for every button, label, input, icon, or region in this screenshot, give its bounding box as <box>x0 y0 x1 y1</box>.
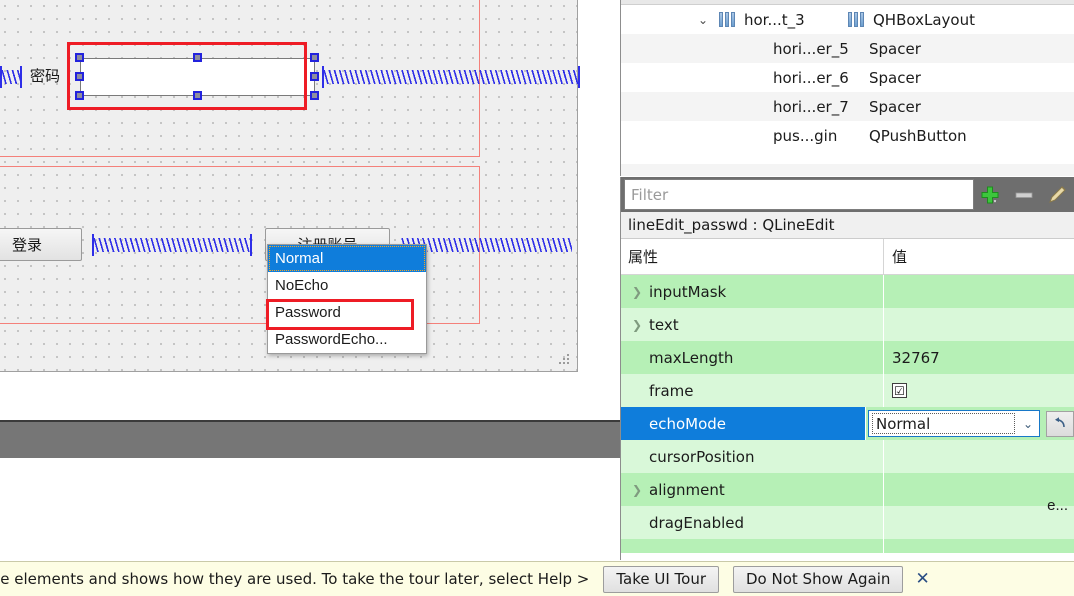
property-value[interactable] <box>883 275 1074 308</box>
column-header-property: 属性 <box>628 248 659 266</box>
selection-handle-e[interactable] <box>310 72 319 81</box>
configure-pencil-icon[interactable] <box>1041 178 1074 212</box>
label-password: 密码 <box>30 67 61 85</box>
tree-item-class: QHBoxLayout <box>873 10 975 29</box>
take-ui-tour-button[interactable]: Take UI Tour <box>603 565 719 593</box>
expand-chevron-icon[interactable]: ❯ <box>627 483 647 497</box>
frame-checkbox[interactable]: ☑ <box>892 383 907 398</box>
property-name: dragEnabled <box>621 506 883 539</box>
tree-item-class: QPushButton <box>869 126 967 145</box>
property-name: maxLength <box>621 341 883 374</box>
tree-row-spacer-6[interactable]: hori...er_6 Spacer <box>621 63 1074 92</box>
tree-item-name: hori...er_5 <box>773 39 849 58</box>
selection-handle-sw[interactable] <box>75 91 84 100</box>
expand-chevron-icon[interactable]: ❯ <box>627 285 647 299</box>
chevron-down-icon[interactable]: ⌄ <box>695 13 711 27</box>
echomode-dropdown-list[interactable]: Normal NoEcho Password PasswordEcho... <box>266 244 427 354</box>
property-row-maxlength[interactable]: maxLength 32767 <box>621 341 1074 374</box>
tree-item-name: hori...er_6 <box>773 68 849 87</box>
property-value[interactable] <box>883 539 1074 553</box>
do-not-show-again-button[interactable]: Do Not Show Again <box>733 565 904 593</box>
layout-icon <box>848 12 864 27</box>
dropdown-option-noecho[interactable]: NoEcho <box>268 272 426 299</box>
tree-row-clipped <box>621 164 1074 176</box>
tree-item-class: Spacer <box>869 68 921 87</box>
tree-item-name: pus...gin <box>773 126 838 145</box>
property-name: ❯ alignment <box>621 473 883 506</box>
selection-handle-n[interactable] <box>193 53 202 62</box>
property-value[interactable] <box>883 308 1074 341</box>
property-row-dragenabled[interactable]: dragEnabled <box>621 506 1074 539</box>
button-login[interactable]: 登录 <box>0 228 82 261</box>
property-value[interactable] <box>883 440 1074 473</box>
filter-input[interactable] <box>624 179 974 210</box>
dock-separator-bar <box>0 420 620 458</box>
property-name: ❯ inputMask <box>621 275 883 308</box>
property-value[interactable]: Normal ⌄ <box>865 407 1074 440</box>
property-row-cursorposition[interactable]: cursorPosition <box>621 440 1074 473</box>
property-row-echomode[interactable]: echoMode Normal ⌄ <box>621 407 1074 440</box>
horizontal-spacer-left[interactable] <box>0 66 22 88</box>
object-inspector[interactable]: ⌄ hor...t_3 QHBoxLayout hori...er_5 Spac… <box>620 0 1074 176</box>
chevron-down-icon[interactable]: ⌄ <box>1023 417 1033 431</box>
dropdown-option-passwordechoonedit[interactable]: PasswordEcho... <box>268 326 426 353</box>
layout-icon <box>719 12 735 27</box>
selection-handle-s[interactable] <box>193 91 202 100</box>
add-property-icon[interactable] <box>974 178 1007 212</box>
property-row-text[interactable]: ❯ text <box>621 308 1074 341</box>
dropdown-option-password[interactable]: Password <box>266 299 426 330</box>
property-filter-toolbar <box>620 177 1074 212</box>
property-row-inputmask[interactable]: ❯ inputMask <box>621 275 1074 308</box>
property-value[interactable] <box>883 473 1074 506</box>
tree-row-spacer-7[interactable]: hori...er_7 Spacer <box>621 92 1074 121</box>
property-table-header: 属性 值 <box>621 239 1074 275</box>
close-icon[interactable]: ✕ <box>915 569 929 589</box>
echomode-combobox[interactable]: Normal ⌄ <box>868 410 1040 437</box>
tree-item-name: hor...t_3 <box>744 10 805 29</box>
property-row-clipped[interactable] <box>621 539 1074 553</box>
horizontal-spacer-right[interactable] <box>322 66 580 88</box>
tree-row-hboxlayout[interactable]: ⌄ hor...t_3 QHBoxLayout <box>621 5 1074 34</box>
property-value[interactable]: ☑ <box>883 374 1074 407</box>
property-name: echoMode <box>621 407 865 440</box>
size-grip-icon[interactable] <box>559 354 571 366</box>
remove-property-icon[interactable] <box>1007 178 1040 212</box>
tree-item-name: hori...er_7 <box>773 97 849 116</box>
expand-chevron-icon[interactable]: ❯ <box>627 318 647 332</box>
property-row-frame[interactable]: frame ☑ <box>621 374 1074 407</box>
tree-row-spacer-5[interactable]: hori...er_5 Spacer <box>621 34 1074 63</box>
column-header-value: 值 <box>883 239 1074 274</box>
ui-tour-notification-bar: ce elements and shows how they are used.… <box>0 561 1074 596</box>
form-designer-pane: 密码 登录 注册账号 <box>0 0 620 420</box>
property-name: cursorPosition <box>621 440 883 473</box>
reset-property-button[interactable] <box>1046 410 1074 437</box>
selection-handle-ne[interactable] <box>310 53 319 62</box>
tour-message: ce elements and shows how they are used.… <box>0 570 590 588</box>
tree-item-class: Spacer <box>869 97 921 116</box>
revert-arrow-icon <box>1054 417 1065 428</box>
selected-object-header: lineEdit_passwd : QLineEdit <box>621 212 1074 239</box>
tree-item-class: Spacer <box>869 39 921 58</box>
selection-handle-se[interactable] <box>310 91 319 100</box>
tree-row-pushbutton-login[interactable]: pus...gin QPushButton <box>621 121 1074 150</box>
alignment-value-clipped: e... <box>1047 497 1068 514</box>
property-name <box>621 539 883 553</box>
property-name: frame <box>621 374 883 407</box>
property-value[interactable]: 32767 <box>883 341 1074 374</box>
selection-handle-nw[interactable] <box>75 53 84 62</box>
horizontal-spacer-middle[interactable] <box>92 234 252 256</box>
property-editor: lineEdit_passwd : QLineEdit 属性 值 ❯ input… <box>620 212 1074 560</box>
property-value[interactable] <box>883 506 1074 539</box>
property-row-alignment[interactable]: ❯ alignment <box>621 473 1074 506</box>
qt-designer-window: 密码 登录 注册账号 ⌄ <box>0 0 1074 596</box>
dropdown-option-normal[interactable]: Normal <box>268 245 426 272</box>
property-name: ❯ text <box>621 308 883 341</box>
selection-handle-w[interactable] <box>75 72 84 81</box>
echomode-current-value: Normal <box>876 414 931 433</box>
